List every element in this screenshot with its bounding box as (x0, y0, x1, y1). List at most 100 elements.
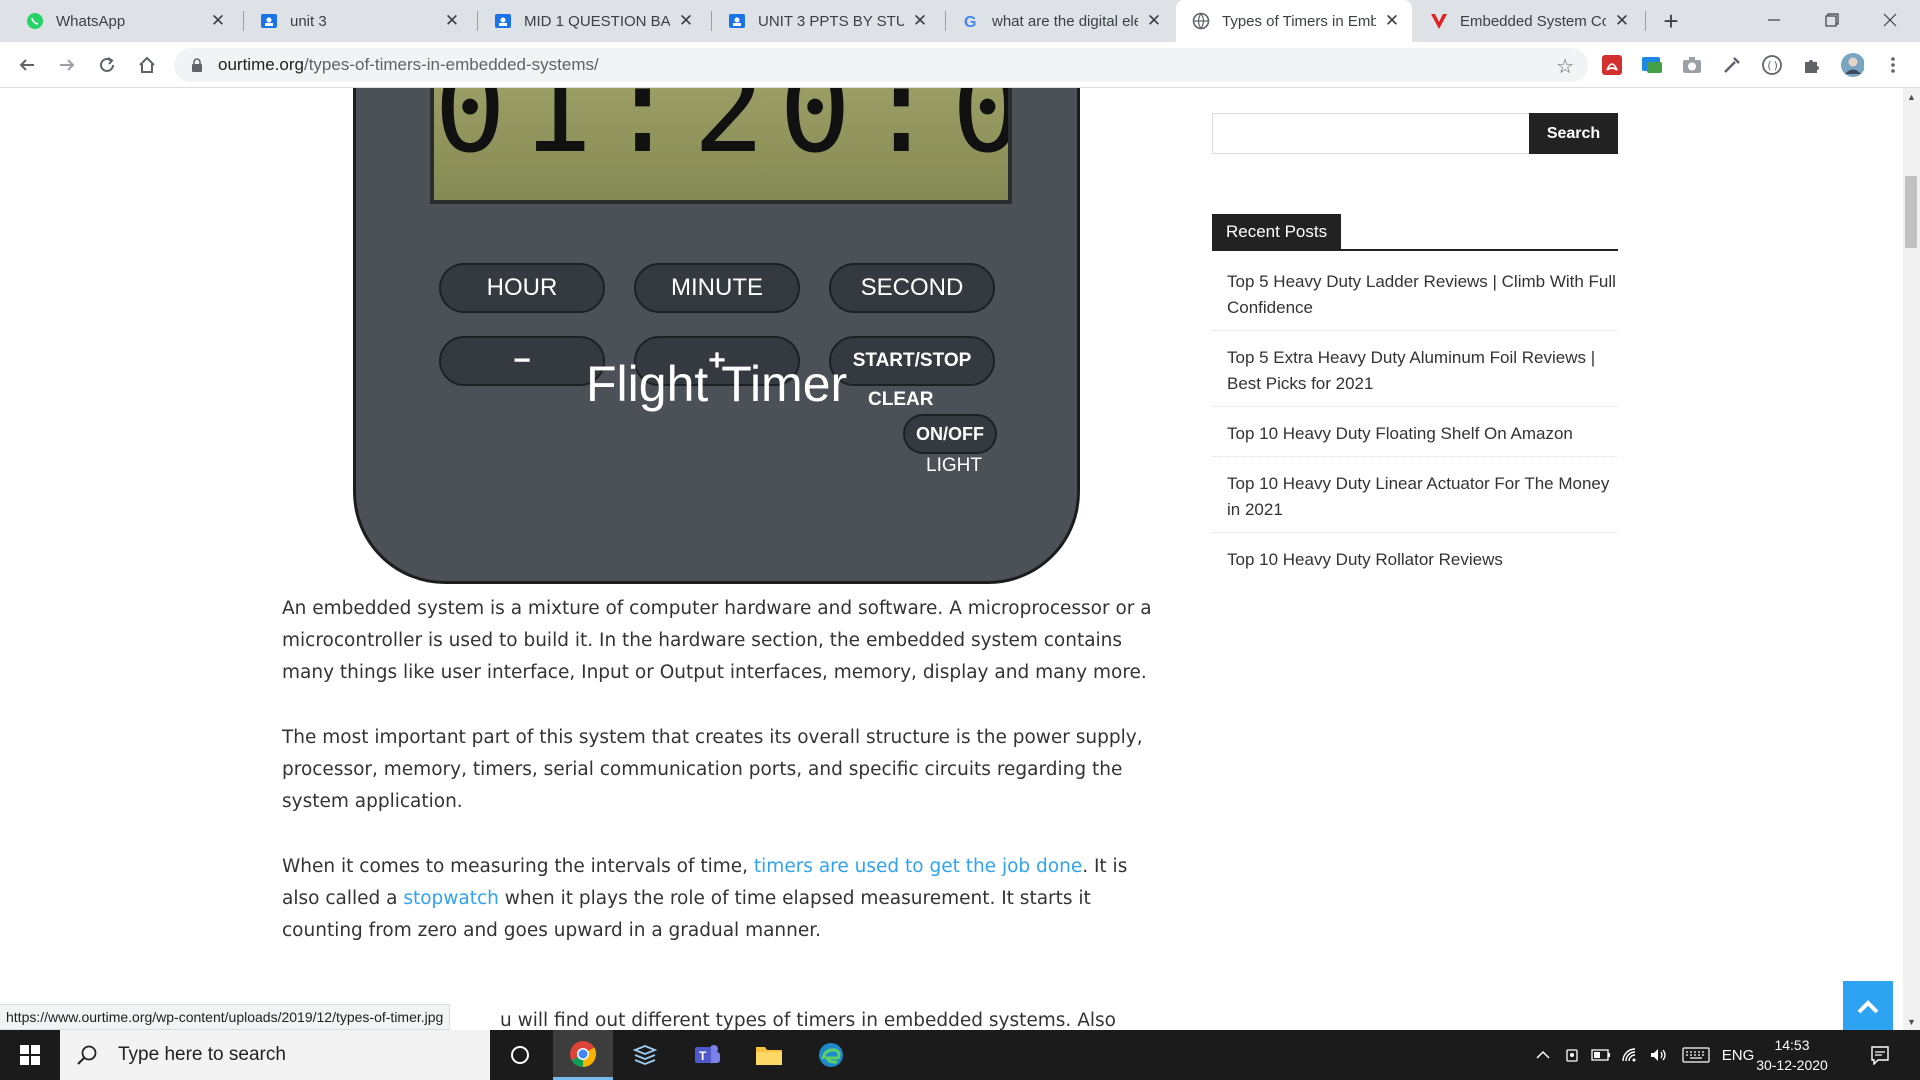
tab-title: MID 1 QUESTION BANK (524, 12, 670, 30)
clock-time: 14:53 (1774, 1037, 1810, 1053)
minus-button-graphic: − (439, 336, 605, 386)
show-hidden-icons-button[interactable] (1532, 1030, 1554, 1080)
classroom-icon (728, 12, 746, 30)
taskbar-stack-app[interactable] (615, 1030, 675, 1080)
taskbar-teams[interactable]: T (677, 1030, 737, 1080)
bookmark-star-icon[interactable]: ☆ (1556, 54, 1574, 79)
camera-extension-icon[interactable] (1680, 53, 1704, 77)
taskbar-edge[interactable] (801, 1030, 861, 1080)
article-paragraph: When it comes to measuring the intervals… (282, 851, 1152, 947)
clear-label: CLEAR (868, 389, 934, 410)
tab-embedded-system-course[interactable]: Embedded System Cou ✕ (1414, 0, 1642, 42)
close-tab-icon[interactable]: ✕ (1382, 11, 1402, 31)
lock-icon[interactable] (190, 58, 204, 72)
google-icon: G (962, 12, 980, 30)
browser-menu-button[interactable] (1878, 50, 1908, 80)
close-tab-icon[interactable]: ✕ (208, 11, 228, 31)
scrollbar-thumb[interactable] (1905, 176, 1917, 248)
action-center-icon (1871, 1046, 1889, 1065)
hour-button-graphic: HOUR (439, 263, 605, 313)
search-icon (77, 1045, 97, 1065)
paragraph-text: When it comes to measuring the intervals… (282, 856, 754, 877)
url-text[interactable]: ourtime.org/types-of-timers-in-embedded-… (218, 55, 599, 75)
new-tab-button[interactable]: + (1656, 6, 1686, 36)
back-to-top-button[interactable] (1843, 981, 1893, 1030)
tab-google-search[interactable]: G what are the digital ele ✕ (946, 0, 1174, 42)
chevron-up-icon (1536, 1050, 1550, 1059)
stopwatch-link[interactable]: stopwatch (403, 888, 499, 909)
back-button[interactable] (12, 50, 42, 80)
tab-types-of-timers[interactable]: Types of Timers in Emb ✕ (1176, 0, 1412, 42)
url-domain: ourtime.org (218, 55, 304, 74)
url-path: /types-of-timers-in-embedded-systems/ (303, 55, 599, 74)
sidebar-search-input[interactable] (1212, 113, 1530, 154)
notifications-button[interactable] (1860, 1030, 1900, 1080)
close-tab-icon[interactable]: ✕ (676, 11, 696, 31)
clock-date: 30-12-2020 (1756, 1057, 1828, 1073)
recent-posts-list: Top 5 Heavy Duty Ladder Reviews | Climb … (1212, 263, 1618, 590)
wifi-icon[interactable] (1620, 1030, 1642, 1080)
taskbar-file-explorer[interactable] (739, 1030, 799, 1080)
tab-whatsapp[interactable]: WhatsApp ✕ (10, 0, 238, 42)
taskbar-search-placeholder: Type here to search (118, 1044, 286, 1065)
keyboard-icon[interactable] (1680, 1030, 1712, 1080)
code-extension-icon[interactable]: () (1760, 53, 1784, 77)
light-label: LIGHT (926, 455, 982, 476)
browser-toolbar: ourtime.org/types-of-timers-in-embedded-… (0, 42, 1920, 88)
meet-now-icon[interactable] (1562, 1030, 1584, 1080)
arrow-left-icon (19, 59, 34, 71)
home-icon (139, 56, 155, 73)
close-tab-icon[interactable]: ✕ (910, 11, 930, 31)
tab-mid1-question-bank[interactable]: MID 1 QUESTION BANK ✕ (478, 0, 706, 42)
tab-title: what are the digital ele (992, 12, 1138, 30)
address-bar[interactable]: ourtime.org/types-of-timers-in-embedded-… (174, 48, 1588, 82)
recent-posts-heading: Recent Posts (1212, 214, 1342, 250)
taskbar-clock[interactable]: 14:53 30-12-2020 (1752, 1035, 1832, 1075)
flight-timer-image[interactable]: 01:20:00 HOUR MINUTE SECOND − + START/ST… (353, 88, 1080, 584)
tab-unit3[interactable]: unit 3 ✕ (244, 0, 472, 42)
recent-post-link[interactable]: Top 5 Extra Heavy Duty Aluminum Foil Rev… (1212, 339, 1618, 407)
chevron-up-icon (1857, 1000, 1879, 1014)
restore-button[interactable] (1803, 0, 1861, 40)
close-tab-icon[interactable]: ✕ (1144, 11, 1164, 31)
volume-icon[interactable] (1648, 1030, 1670, 1080)
taskbar-chrome[interactable] (553, 1030, 613, 1080)
windows-logo-icon (20, 1045, 40, 1065)
profile-avatar[interactable] (1840, 53, 1864, 77)
battery-icon[interactable] (1590, 1030, 1612, 1080)
start-button[interactable] (0, 1030, 60, 1080)
recent-post-link[interactable]: Top 5 Heavy Duty Ladder Reviews | Climb … (1212, 263, 1618, 331)
scroll-up-arrow-icon[interactable]: ▲ (1903, 88, 1920, 105)
recent-post-link[interactable]: Top 10 Heavy Duty Rollator Reviews (1212, 541, 1618, 582)
lcd-display: 01:20:00 (430, 88, 1012, 204)
timers-link[interactable]: timers are used to get the job done (754, 856, 1082, 877)
tab-unit3-ppts[interactable]: UNIT 3 PPTS BY STUDENTS ✕ (712, 0, 940, 42)
folder-icon (756, 1047, 782, 1065)
minimize-button[interactable] (1745, 0, 1803, 40)
task-view-button[interactable] (490, 1030, 550, 1080)
close-window-button[interactable] (1861, 0, 1919, 40)
minute-button-graphic: MINUTE (634, 263, 800, 313)
tab-title: Types of Timers in Emb (1222, 12, 1376, 30)
reload-button[interactable] (92, 50, 122, 80)
close-tab-icon[interactable]: ✕ (1612, 11, 1632, 31)
arrow-right-icon (60, 59, 75, 71)
acrobat-extension-icon[interactable] (1600, 53, 1624, 77)
eyedropper-extension-icon[interactable] (1720, 53, 1744, 77)
onoff-button-graphic: ON/OFF (903, 414, 997, 454)
close-tab-icon[interactable]: ✕ (442, 11, 462, 31)
forward-button[interactable] (52, 50, 82, 80)
taskbar-search-box[interactable]: Type here to search (60, 1030, 490, 1080)
recent-post-link[interactable]: Top 10 Heavy Duty Linear Actuator For Th… (1212, 465, 1618, 533)
tab-title: WhatsApp (56, 12, 126, 30)
extensions-puzzle-icon[interactable] (1800, 53, 1824, 77)
recent-post-link[interactable]: Top 10 Heavy Duty Floating Shelf On Amaz… (1212, 415, 1618, 457)
scroll-down-arrow-icon[interactable]: ▼ (1903, 1013, 1920, 1030)
input-language[interactable]: ENG (1720, 1030, 1756, 1080)
screen-capture-extension-icon[interactable] (1640, 53, 1664, 77)
sidebar-search-button[interactable]: Search (1529, 113, 1618, 154)
article-partial-line: u will find out different types of timer… (500, 1010, 1116, 1030)
home-button[interactable] (132, 50, 162, 80)
tab-title: Embedded System Cou (1460, 12, 1606, 30)
svg-text:T: T (699, 1049, 707, 1063)
